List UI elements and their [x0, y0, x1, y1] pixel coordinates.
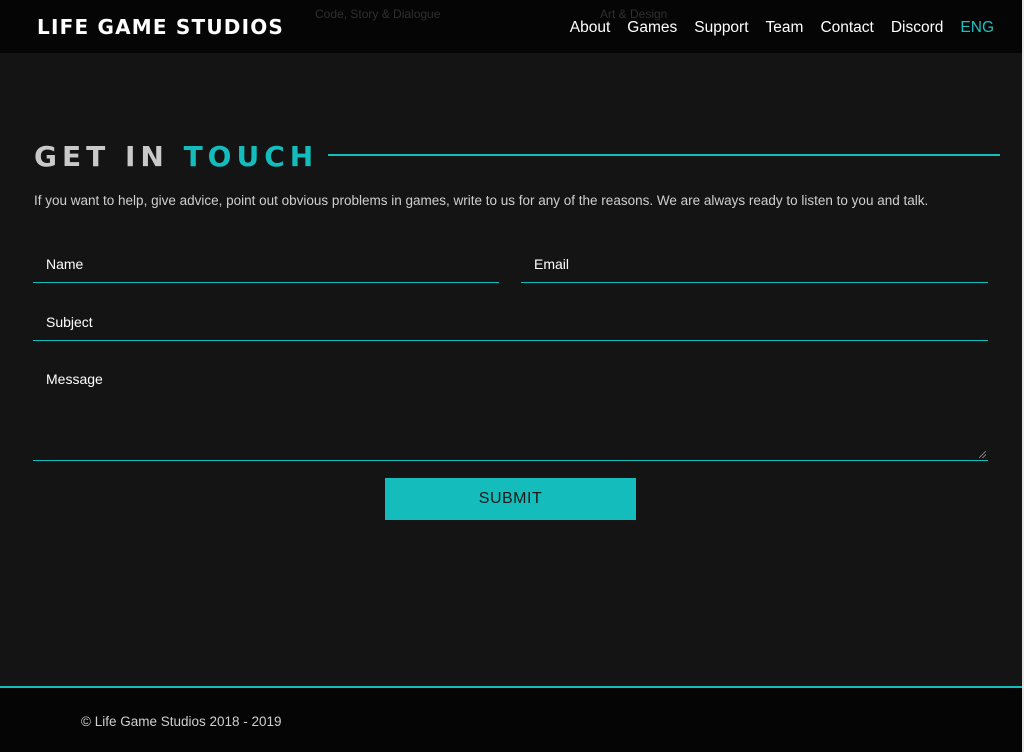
- site-footer: © Life Game Studios 2018 - 2019: [0, 686, 1022, 752]
- site-header: LIFE GAME STUDIOS Code, Story & Dialogue…: [0, 0, 1022, 53]
- nav-discord[interactable]: Discord: [891, 19, 944, 37]
- intro-text: If you want to help, give advice, point …: [34, 193, 929, 208]
- nav-language-eng[interactable]: ENG: [960, 19, 994, 37]
- ghost-text-code-story: Code, Story & Dialogue: [315, 7, 441, 21]
- email-field-wrapper: [521, 246, 988, 283]
- title-word-get-in: GET IN: [34, 140, 169, 173]
- nav-team[interactable]: Team: [766, 19, 804, 37]
- copyright-text: © Life Game Studios 2018 - 2019: [81, 714, 282, 729]
- subject-input[interactable]: [33, 304, 988, 340]
- nav-games[interactable]: Games: [627, 19, 677, 37]
- resize-grip-icon[interactable]: [979, 451, 986, 458]
- subject-field-wrapper: [33, 304, 988, 341]
- name-input[interactable]: [33, 246, 499, 282]
- section-title-row: GET IN TOUCH: [34, 140, 1000, 176]
- nav-contact[interactable]: Contact: [820, 19, 873, 37]
- site-logo[interactable]: LIFE GAME STUDIOS: [37, 15, 284, 39]
- submit-button[interactable]: SUBMIT: [385, 478, 636, 520]
- main-nav: About Games Support Team Contact Discord…: [570, 19, 994, 37]
- title-divider-line: [328, 154, 1000, 156]
- email-input[interactable]: [521, 246, 988, 282]
- page: LIFE GAME STUDIOS Code, Story & Dialogue…: [0, 0, 1024, 752]
- name-field-wrapper: [33, 246, 499, 283]
- nav-about[interactable]: About: [570, 19, 611, 37]
- message-field-wrapper: [33, 361, 988, 461]
- message-textarea[interactable]: [33, 361, 988, 460]
- nav-support[interactable]: Support: [694, 19, 748, 37]
- title-word-touch: TOUCH: [183, 140, 319, 173]
- section-title: GET IN TOUCH: [34, 140, 318, 173]
